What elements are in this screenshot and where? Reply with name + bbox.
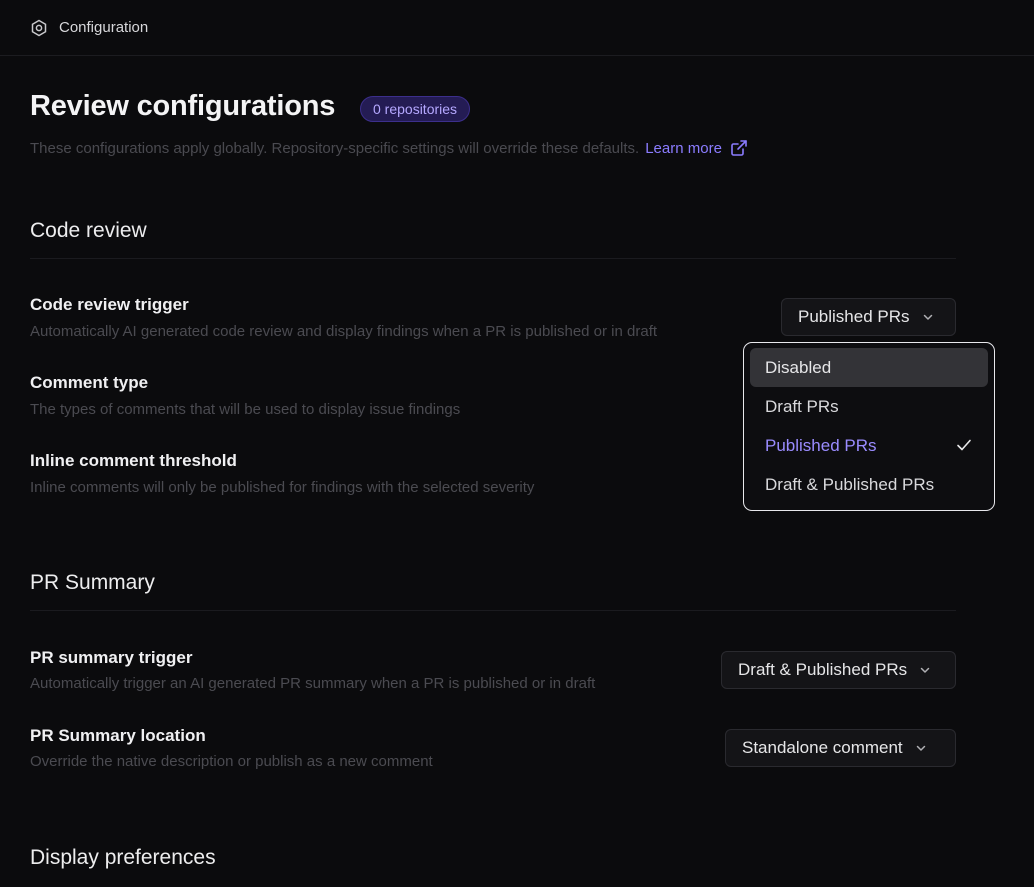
pr-summary-trigger-label: PR summary trigger (30, 648, 193, 667)
divider (30, 610, 956, 611)
topbar: Configuration (0, 0, 1034, 56)
code-review-trigger-label: Code review trigger (30, 295, 189, 314)
page-title: Review configurations (30, 90, 336, 122)
select-value: Draft & Published PRs (738, 660, 908, 679)
inline-threshold-label: Inline comment threshold (30, 451, 237, 470)
pr-summary-location-label: PR Summary location (30, 726, 206, 745)
option-label: Draft & Published PRs (765, 474, 935, 494)
option-label: Published PRs (765, 435, 877, 455)
option-label: Disabled (765, 357, 832, 377)
code-review-trigger-dropdown: Disabled Draft PRs Published PRs Draft &… (743, 342, 995, 511)
select-value: Standalone comment (742, 738, 903, 757)
pr-summary-location-description: Override the native description or publi… (30, 753, 433, 770)
pr-summary-trigger-description: Automatically trigger an AI generated PR… (30, 675, 596, 692)
learn-more-link[interactable]: Learn more (645, 140, 722, 157)
external-link-icon[interactable] (730, 139, 748, 157)
chevron-down-icon (915, 742, 927, 754)
section-title-display-preferences: Display preferences (30, 846, 216, 869)
dropdown-option-draft-prs[interactable]: Draft PRs (750, 387, 988, 426)
code-review-trigger-select[interactable]: Published PRs (781, 298, 956, 336)
breadcrumb[interactable]: Configuration (59, 19, 148, 36)
repositories-badge: 0 repositories (360, 96, 471, 122)
dropdown-option-disabled[interactable]: Disabled (750, 348, 988, 387)
subtitle-text: These configurations apply globally. Rep… (30, 139, 640, 157)
comment-type-label: Comment type (30, 373, 149, 392)
option-label: Draft PRs (765, 396, 839, 416)
inline-threshold-description: Inline comments will only be published f… (30, 479, 535, 496)
page-subtitle: These configurations apply globally. Rep… (30, 139, 748, 157)
section-title-code-review: Code review (30, 219, 147, 242)
dropdown-option-draft-and-published-prs[interactable]: Draft & Published PRs (750, 465, 988, 504)
code-review-trigger-description: Automatically AI generated code review a… (30, 323, 658, 340)
check-icon (956, 438, 972, 452)
chevron-down-icon (919, 664, 931, 676)
select-value: Published PRs (798, 307, 910, 326)
chevron-down-icon (922, 311, 934, 323)
pr-summary-trigger-select[interactable]: Draft & Published PRs (721, 651, 956, 689)
comment-type-description: The types of comments that will be used … (30, 401, 461, 418)
pr-summary-location-select[interactable]: Standalone comment (725, 729, 956, 767)
dropdown-option-published-prs[interactable]: Published PRs (750, 426, 988, 465)
gear-icon (30, 19, 48, 37)
divider (30, 258, 956, 259)
section-title-pr-summary: PR Summary (30, 571, 155, 594)
